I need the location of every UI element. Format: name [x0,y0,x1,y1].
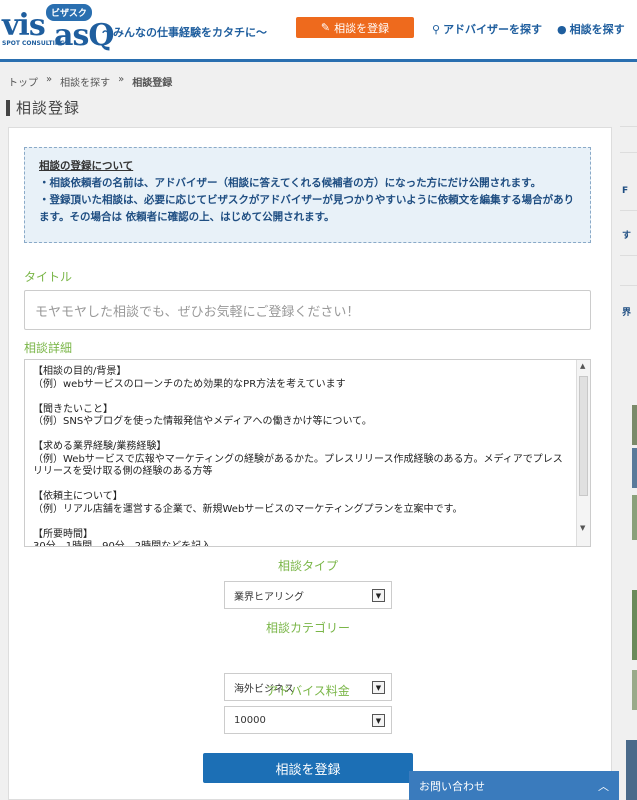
breadcrumb-separator: » [118,74,125,85]
sidebar-divider [620,152,637,153]
sidebar-thumbnail[interactable] [626,740,637,800]
textarea-scrollbar[interactable]: ▲ ▼ [576,360,590,546]
detail-label: 相談詳細 [24,341,73,355]
site-header: vis ビザスク asQ SPOT CONSULTING 〜みんなの仕事経験をカ… [0,0,637,62]
scroll-thumb[interactable] [579,376,588,496]
sidebar-item-2[interactable]: す [622,230,631,242]
notice-line-2: ・登録頂いた相談は、必要に応じてビザスクがアドバイザーが見つかりやすいように依頼… [39,194,575,223]
chevron-down-icon: ▼ [372,589,385,602]
tagline: 〜みんなの仕事経験をカタチに〜 [102,26,267,39]
category-label: 相談カテゴリー [265,621,350,635]
breadcrumb-current: 相談登録 [132,78,173,89]
title-label: タイトル [24,270,73,284]
fee-select-value: 10000 [234,714,266,726]
sidebar-thumbnail[interactable] [632,495,637,540]
notice-title: 相談の登録について [39,160,134,172]
sidebar-thumbnail[interactable] [632,448,637,488]
sidebar-thumbnail[interactable] [632,405,637,445]
type-select-value: 業界ヒアリング [234,591,304,603]
page-title-text: 相談登録 [16,99,81,117]
sidebar-item-1[interactable]: F [622,185,628,197]
sidebar-divider [620,285,637,286]
register-button-label: 相談を登録 [334,21,390,35]
sidebar-thumbnail[interactable] [632,590,637,660]
nav-find-advisor-label: アドバイザーを探す [443,23,543,36]
page-title: 相談登録 [6,97,80,118]
title-bar-decoration [6,99,10,116]
type-select[interactable]: 業界ヒアリング ▼ [224,581,392,609]
sidebar-divider [620,255,637,256]
fee-label: アドバイス料金 [266,684,350,698]
chevron-up-icon: ︿ [598,779,609,793]
search-icon: ⚲ [432,22,441,36]
registration-notice: 相談の登録について ・相談依頼者の名前は、アドバイザー（相談に答えてくれる候補者… [24,147,591,243]
sidebar-divider [620,210,637,211]
breadcrumb: トップ » 相談を探す » 相談登録 [8,74,172,89]
sidebar-thumbnail[interactable] [632,670,637,710]
site-logo[interactable]: vis ビザスク asQ SPOT CONSULTING [2,4,114,54]
breadcrumb-separator: » [46,74,53,85]
nav-find-consultation-label: 相談を探す [569,23,625,36]
notice-line-1: ・相談依頼者の名前は、アドバイザー（相談に答えてくれる候補者の方）になった方にだ… [39,177,542,189]
nav-find-consultation[interactable]: ● 相談を探す [557,21,625,37]
type-label: 相談タイプ [277,559,338,573]
detail-text: 【相談の目的/背景】 （例）webサービスのローンチのため効果的なPR方法を考え… [33,366,563,547]
contact-label: お問い合わせ [419,779,485,793]
logo-text-vis: vis [2,8,46,43]
logo-subtitle: SPOT CONSULTING [2,40,65,47]
breadcrumb-top[interactable]: トップ [8,74,38,89]
contact-bar[interactable]: お問い合わせ ︿ [409,771,619,800]
scroll-down-icon[interactable]: ▼ [580,524,585,532]
nav-find-advisor[interactable]: ⚲ アドバイザーを探す [432,21,542,37]
chevron-down-icon: ▼ [372,714,385,727]
submit-consultation-button[interactable]: 相談を登録 [203,753,413,783]
detail-textarea[interactable]: 【相談の目的/背景】 （例）webサービスのローンチのため効果的なPR方法を考え… [24,359,591,547]
sidebar-item-3[interactable]: 界 [622,307,631,319]
sidebar-divider [620,126,637,127]
chat-icon: ● [557,22,567,36]
fee-select[interactable]: 10000 ▼ [224,706,392,734]
register-consultation-button[interactable]: ✎ 相談を登録 [296,17,414,38]
scroll-up-icon[interactable]: ▲ [580,362,585,370]
title-input[interactable]: モヤモヤした相談でも、ぜひお気軽にご登録ください！ [24,290,591,330]
breadcrumb-find-consultation[interactable]: 相談を探す [60,74,110,89]
edit-icon: ✎ [320,21,331,34]
